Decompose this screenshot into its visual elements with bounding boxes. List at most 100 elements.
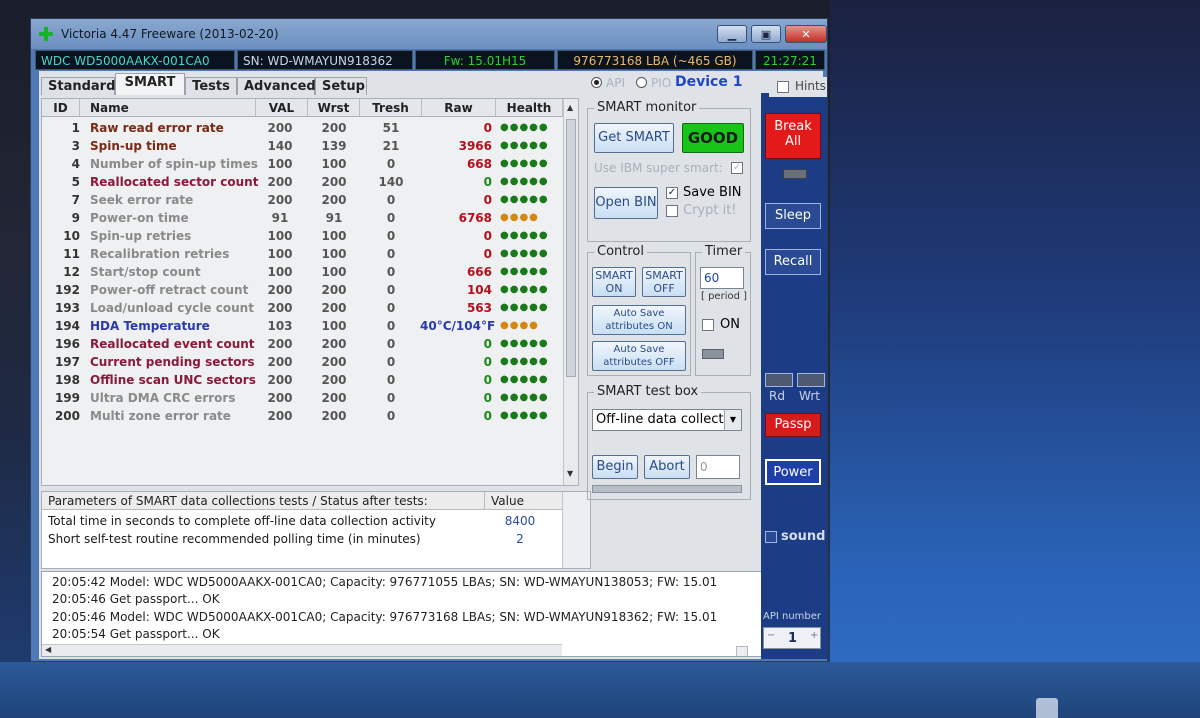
attribute-name: HDA Temperature (90, 319, 210, 333)
table-row[interactable]: 3 Spin-up time 140 139 21 3966 ●●●●● (42, 137, 562, 155)
test-number-field[interactable]: 0 (696, 455, 740, 479)
decrement-icon[interactable]: − (767, 630, 775, 641)
test-type-select[interactable]: Off-line data collect ▼ (592, 409, 742, 431)
api-radio[interactable] (591, 77, 602, 88)
table-row[interactable]: 197 Current pending sectors 200 200 0 0 ●●●●● (42, 353, 562, 371)
attribute-raw: 6768 (458, 211, 492, 225)
attribute-tresh: 51 (382, 121, 400, 135)
scroll-down-icon[interactable]: ▼ (567, 469, 573, 478)
attribute-wrst: 100 (321, 229, 347, 243)
column-header-wrst: Wrst (308, 99, 360, 117)
maximize-button[interactable]: ▣ (751, 25, 781, 43)
timer-on-label: ON (720, 317, 740, 332)
attribute-tresh: 0 (386, 319, 396, 333)
scroll-up-icon[interactable]: ▲ (567, 103, 573, 112)
drive-serial: SN: WD-WMAYUN918362 (237, 50, 413, 70)
open-bin-button[interactable]: Open BIN (594, 187, 658, 219)
table-row[interactable]: 194 HDA Temperature 103 100 0 40°C/104°F ●●●● (42, 317, 562, 335)
attribute-health: ●●●●● (500, 338, 549, 349)
attribute-raw: 0 (483, 337, 492, 351)
log-hscrollbar[interactable]: ◀ (42, 644, 562, 656)
table-row[interactable]: 1 Raw read error rate 200 200 51 0 ●●●●● (42, 119, 562, 137)
table-row[interactable]: 11 Recalibration retries 100 100 0 0 ●●●●● (42, 245, 562, 263)
attribute-val: 100 (267, 157, 293, 171)
begin-button[interactable]: Begin (592, 455, 638, 479)
log-line: 20:05:42 Model: WDC WD5000AAKX-001CA0; C… (52, 574, 717, 591)
table-row[interactable]: 193 Load/unload cycle count 200 200 0 563 ●●●●… (42, 299, 562, 317)
table-row[interactable]: 198 Offline scan UNC sectors 200 200 0 0 ●●●●● (42, 371, 562, 389)
table-row[interactable]: 9 Power-on time 91 91 0 6768 ●●●● (42, 209, 562, 227)
pio-radio[interactable] (636, 77, 647, 88)
break-all-button[interactable]: Break All (765, 113, 821, 159)
log-time: 20:05:46 (52, 592, 106, 607)
attribute-wrst: 91 (325, 211, 343, 225)
power-button[interactable]: Power (765, 459, 821, 485)
close-button[interactable]: ✕ (785, 25, 827, 43)
table-row[interactable]: 5 Reallocated sector count 200 200 140 0 ●●●●● (42, 173, 562, 191)
minimize-button[interactable]: ▁ (717, 25, 747, 43)
timer-input[interactable]: 60 (700, 267, 744, 289)
get-smart-button[interactable]: Get SMART (594, 123, 674, 153)
control-group: Control SMART ON SMART OFF Auto Save attrib… (587, 244, 691, 376)
autosave-off-button[interactable]: Auto Save attributes OFF (592, 341, 686, 371)
title-bar[interactable]: Victoria 4.47 Freeware (2013-02-20) ▁ ▣ … (31, 19, 827, 49)
increment-icon[interactable]: + (810, 630, 818, 641)
attribute-health: ●●●●● (500, 176, 549, 187)
smart-test-box: SMART test box Off-line data collect ▼ B… (587, 384, 751, 500)
table-row[interactable]: 192 Power-off retract count 200 200 0 104 ●●●●… (42, 281, 562, 299)
passp-button[interactable]: Passp (765, 413, 821, 437)
attribute-raw: 40°C/104°F (420, 319, 496, 333)
attribute-health: ●●●●● (500, 122, 549, 133)
scroll-left-icon[interactable]: ◀ (45, 645, 51, 654)
crypt-checkbox[interactable] (666, 205, 678, 217)
recycle-bin-icon[interactable] (1036, 698, 1058, 718)
api-number-spinner[interactable]: − 1 + (763, 627, 821, 649)
table-row[interactable]: 12 Start/stop count 100 100 0 666 ●●●●● (42, 263, 562, 281)
hints-checkbox[interactable] (777, 81, 789, 93)
save-bin-checkbox[interactable]: ✓ (666, 187, 678, 199)
abort-button[interactable]: Abort (644, 455, 690, 479)
attribute-val: 200 (267, 391, 293, 405)
attribute-raw: 0 (483, 229, 492, 243)
log-message: Get passport... OK (109, 627, 220, 642)
tab-tests[interactable]: Tests (185, 77, 237, 95)
attribute-name: Power-off retract count (90, 283, 249, 297)
attribute-val: 103 (267, 319, 293, 333)
attribute-raw: 3966 (458, 139, 492, 153)
sleep-button[interactable]: Sleep (765, 203, 821, 229)
table-row[interactable]: 200 Multi zone error rate 200 200 0 0 ●●●●● (42, 407, 562, 425)
attribute-raw: 104 (466, 283, 492, 297)
log-scrollbar-thumb[interactable] (736, 646, 748, 656)
timer-on-checkbox[interactable] (702, 319, 714, 331)
table-row[interactable]: 199 Ultra DMA CRC errors 200 200 0 0 ●●●●● (42, 389, 562, 407)
tab-setup[interactable]: Setup (315, 77, 367, 95)
table-scrollbar[interactable]: ▲ ▼ (563, 99, 578, 485)
attribute-val: 100 (267, 247, 293, 261)
drive-info-bar: WDC WD5000AAKX-001CA0 SN: WD-WMAYUN91836… (35, 50, 825, 70)
scrollbar-thumb[interactable] (566, 119, 576, 377)
attribute-tresh: 0 (386, 283, 396, 297)
attribute-wrst: 100 (321, 319, 347, 333)
hints-area: Hints (769, 77, 827, 97)
smart-on-button[interactable]: SMART ON (592, 267, 636, 297)
table-row[interactable]: 4 Number of spin-up times 100 100 0 668 ●●●●● (42, 155, 562, 173)
log-line: 20:05:46 Model: WDC WD5000AAKX-001CA0; C… (52, 609, 717, 626)
test-progress-bar (592, 485, 742, 493)
autosave-on-button[interactable]: Auto Save attributes ON (592, 305, 686, 335)
tab-standard[interactable]: Standard (41, 77, 115, 95)
table-row[interactable]: 10 Spin-up retries 100 100 0 0 ●●●●● (42, 227, 562, 245)
tab-advanced[interactable]: Advanced (237, 77, 316, 95)
attribute-val: 200 (267, 409, 293, 423)
table-row[interactable]: 196 Reallocated event count 200 200 0 0 ●●●●● (42, 335, 562, 353)
column-header-val: VAL (256, 99, 308, 117)
sound-checkbox[interactable] (765, 531, 777, 543)
table-row[interactable]: 7 Seek error rate 200 200 0 0 ●●●●● (42, 191, 562, 209)
params-scrollbar[interactable] (562, 492, 590, 568)
attribute-name: Spin-up time (90, 139, 177, 153)
log-line: 20:05:54 Get passport... OK (52, 626, 220, 643)
tab-smart[interactable]: SMART (115, 73, 185, 95)
recall-button[interactable]: Recall (765, 249, 821, 275)
chevron-down-icon[interactable]: ▼ (724, 410, 741, 430)
use-ibm-checkbox[interactable]: ✓ (731, 162, 743, 174)
smart-off-button[interactable]: SMART OFF (642, 267, 686, 297)
